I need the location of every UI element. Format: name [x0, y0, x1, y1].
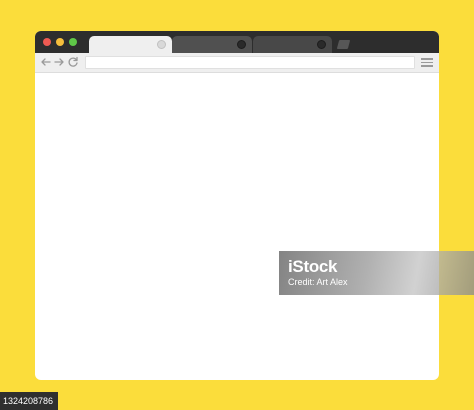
tab-inactive-1[interactable] — [172, 36, 252, 53]
reload-icon[interactable] — [67, 55, 79, 69]
toolbar — [35, 53, 439, 73]
tab-close-icon[interactable] — [237, 40, 246, 49]
arrow-left-icon[interactable] — [40, 55, 52, 69]
maximize-window-button[interactable] — [69, 38, 77, 46]
browser-window — [35, 31, 439, 380]
title-bar — [35, 31, 439, 53]
address-bar-input[interactable] — [85, 56, 415, 69]
stock-id-label: 1324208786 — [0, 392, 58, 410]
stock-watermark: iStock Credit: Art Alex — [279, 251, 474, 295]
new-tab-icon[interactable] — [336, 40, 351, 49]
tab-active[interactable] — [89, 36, 172, 53]
minimize-window-button[interactable] — [56, 38, 64, 46]
tab-close-icon[interactable] — [157, 40, 166, 49]
arrow-right-icon[interactable] — [53, 55, 65, 69]
tab-inactive-2[interactable] — [253, 36, 332, 53]
watermark-brand: iStock — [288, 257, 338, 276]
hamburger-menu-icon[interactable] — [421, 57, 433, 68]
close-window-button[interactable] — [43, 38, 51, 46]
watermark-credit: Credit: Art Alex — [288, 277, 348, 287]
tab-close-icon[interactable] — [317, 40, 326, 49]
